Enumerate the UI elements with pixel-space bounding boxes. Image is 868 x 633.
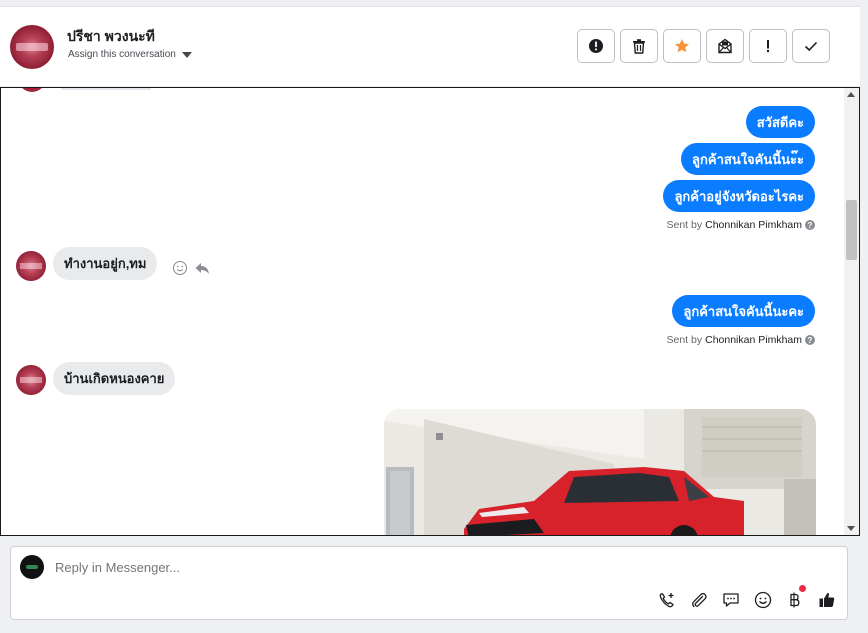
chat-bubble-icon [722, 592, 739, 607]
saved-replies-button[interactable] [720, 589, 741, 610]
star-icon [675, 39, 689, 53]
reply-input[interactable] [55, 560, 755, 575]
page-avatar [20, 555, 44, 579]
image-attachment[interactable] [384, 409, 816, 535]
reply-icon[interactable] [194, 260, 210, 276]
contact-avatar[interactable] [16, 365, 46, 395]
notification-dot [799, 585, 806, 592]
scroll-up-arrow[interactable] [847, 92, 855, 97]
incoming-message[interactable]: ทำงานอยู่ก,ทม [53, 247, 158, 280]
mail-open-icon [718, 38, 732, 54]
conversation-header: ปรีชา พวงนะที Assign this conversation [0, 6, 860, 86]
conversation-actions [577, 29, 830, 63]
outgoing-message[interactable]: สวัสดีคะ [745, 106, 815, 138]
sender-name: Chonnikan Pimkham [705, 219, 802, 231]
payment-button[interactable] [784, 585, 806, 610]
trash-icon [633, 39, 645, 54]
delete-button[interactable] [620, 29, 658, 63]
mark-important-button[interactable] [749, 29, 787, 63]
baht-icon [789, 592, 799, 607]
paperclip-icon [691, 592, 707, 607]
scrollbar[interactable] [844, 88, 859, 535]
call-button[interactable] [656, 589, 677, 610]
attach-button[interactable] [688, 589, 709, 610]
sent-by-label: Sent by [666, 219, 703, 231]
composer-tools [656, 585, 837, 610]
message-actions [172, 260, 210, 276]
contact-avatar[interactable] [16, 251, 46, 281]
sent-by-note: Sent by Chonnikan Pimkham ? [666, 334, 815, 346]
emoji-react-icon[interactable] [172, 260, 188, 276]
thumbs-up-icon [819, 592, 834, 607]
help-icon[interactable]: ? [805, 220, 815, 230]
caret-down-icon [181, 51, 192, 58]
scroll-down-arrow[interactable] [847, 526, 855, 531]
star-button[interactable] [663, 29, 701, 63]
assign-label: Assign this conversation [68, 49, 176, 60]
outgoing-message[interactable]: ลูกค้าอยู่จังหวัดอะไรคะ [663, 180, 815, 212]
mark-unread-button[interactable] [706, 29, 744, 63]
emoji-button[interactable] [752, 589, 773, 610]
alert-circle-icon [589, 39, 603, 53]
sent-by-label: Sent by [666, 334, 703, 346]
mark-done-button[interactable] [792, 29, 830, 63]
avatar [18, 88, 46, 92]
incoming-message[interactable]: บ้านเกิดหนองคาย [53, 362, 176, 395]
mark-spam-button[interactable] [577, 29, 615, 63]
outgoing-message[interactable]: ลูกค้าสนใจคันนี้นะ๊ะ [681, 143, 815, 175]
outgoing-message[interactable]: ลูกค้าสนใจคันนี้นะคะ [672, 295, 815, 327]
assign-conversation-dropdown[interactable]: Assign this conversation [68, 49, 192, 60]
emoji-icon [754, 591, 771, 608]
check-icon [804, 41, 818, 52]
reply-composer [10, 546, 848, 620]
like-button[interactable] [816, 589, 837, 610]
phone-plus-icon [659, 592, 674, 607]
scrollbar-thumb[interactable] [846, 200, 857, 260]
sender-name: Chonnikan Pimkham [705, 334, 802, 346]
contact-name[interactable]: ปรีชา พวงนะที [67, 26, 155, 48]
exclamation-icon [767, 40, 769, 53]
message-thread[interactable]: สวัสดีคะ ลูกค้าสนใจคันนี้นะ๊ะ ลูกค้าอยู่… [0, 87, 860, 536]
contact-avatar[interactable] [10, 25, 54, 69]
car-photo [384, 409, 816, 535]
help-icon[interactable]: ? [805, 335, 815, 345]
divider [61, 88, 151, 90]
messenger-inbox: ปรีชา พวงนะที Assign this conversation ส… [0, 0, 868, 633]
sent-by-note: Sent by Chonnikan Pimkham ? [666, 219, 815, 231]
